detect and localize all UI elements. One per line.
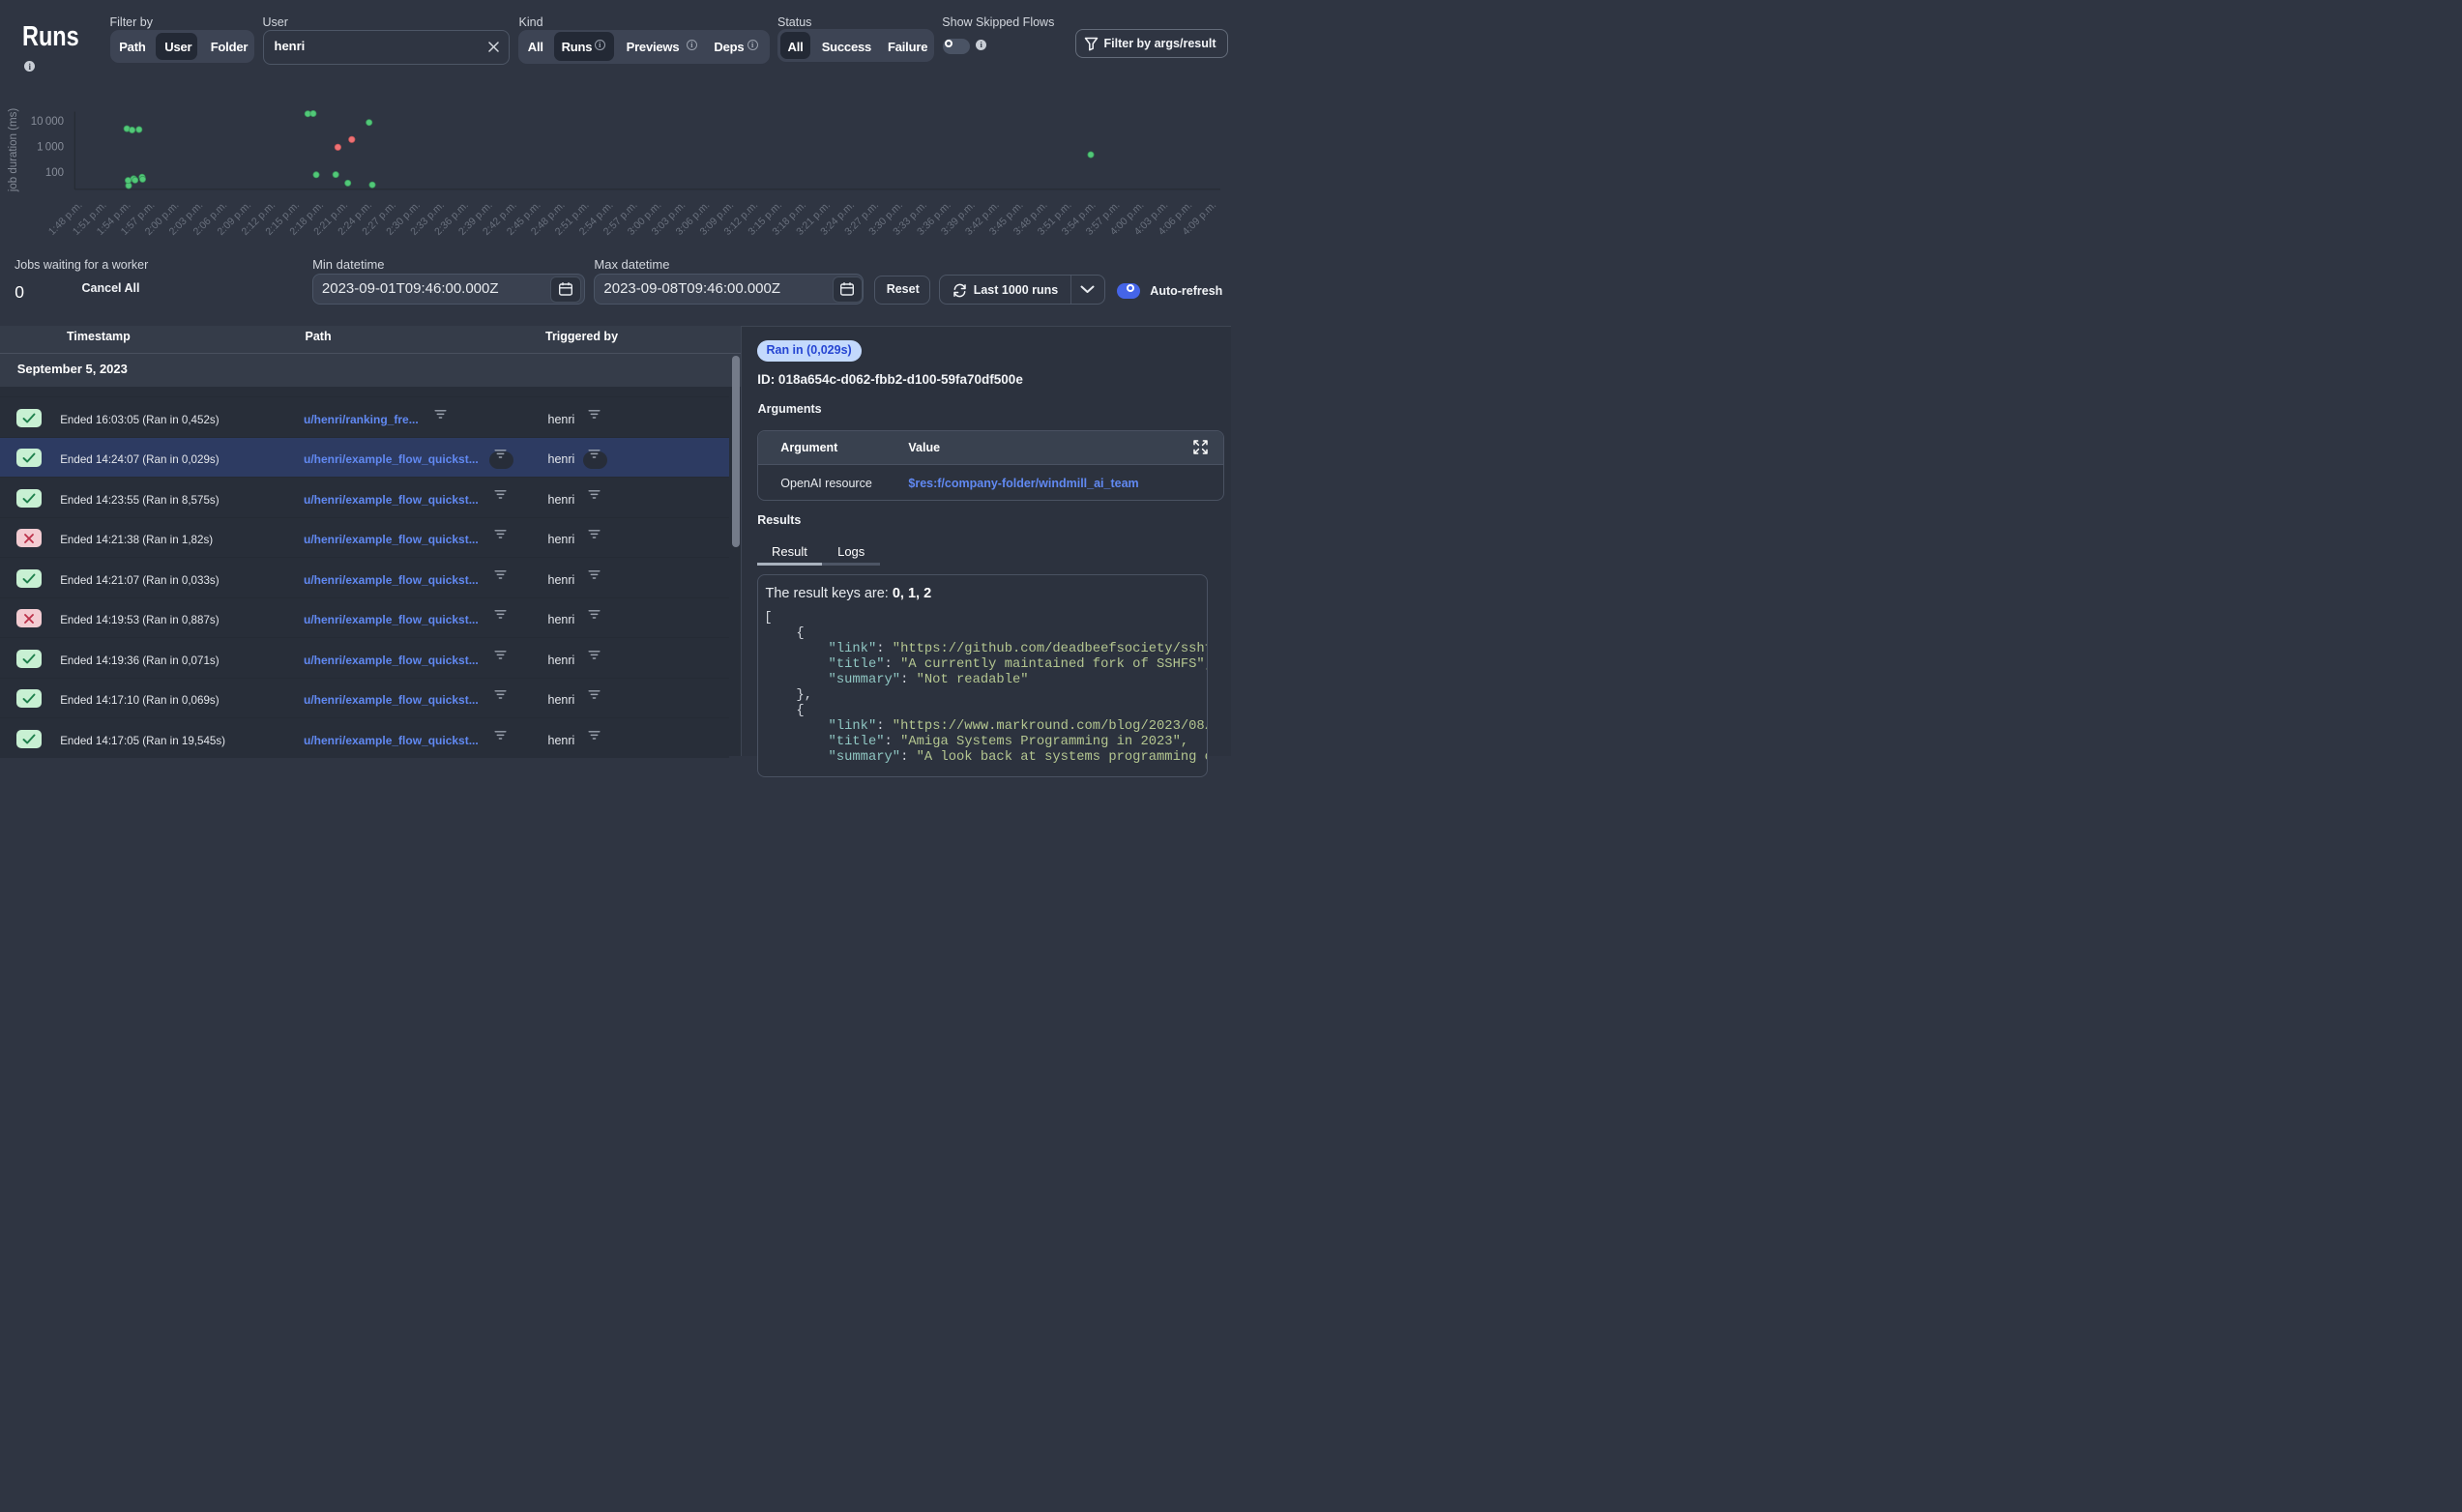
- svg-text:10 000: 10 000: [31, 116, 64, 128]
- svg-text:1 000: 1 000: [37, 142, 64, 154]
- svg-text:job duration (ms): job duration (ms): [8, 108, 19, 192]
- svg-text:100: 100: [45, 167, 64, 179]
